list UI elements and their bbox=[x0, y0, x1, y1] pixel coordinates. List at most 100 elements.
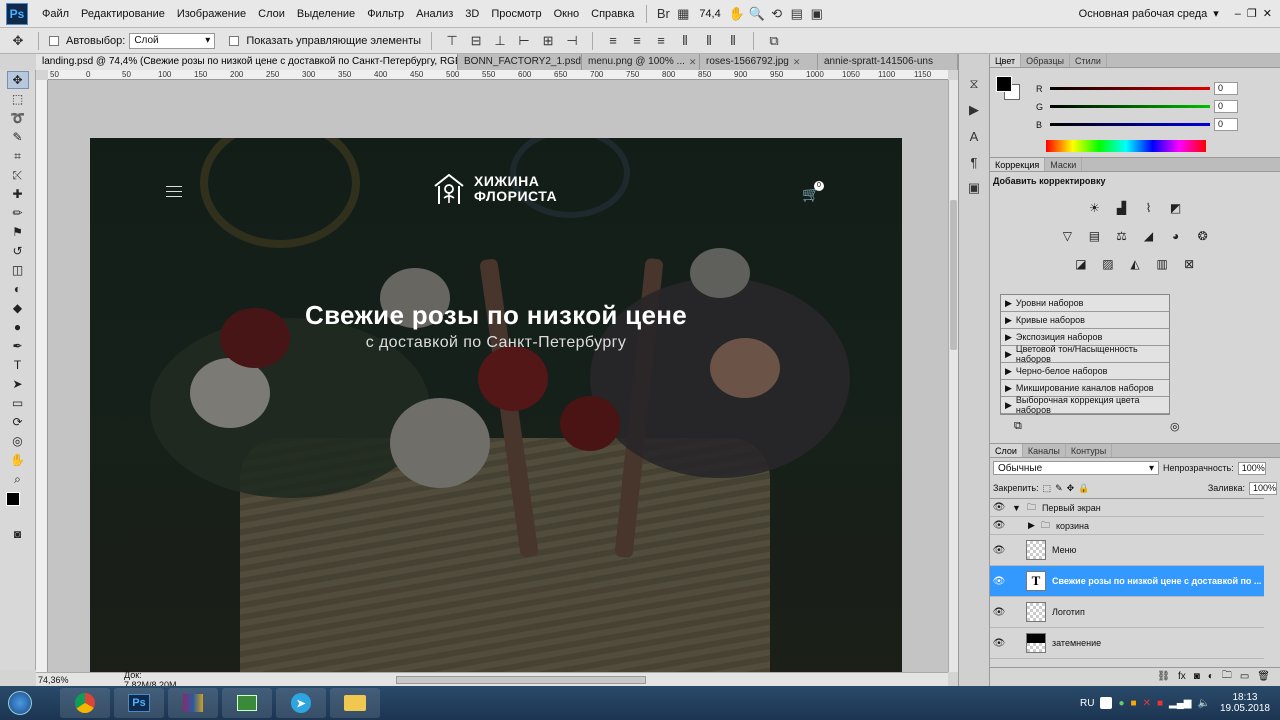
align-middle-icon[interactable]: ⊟ bbox=[466, 32, 486, 50]
lock-transparency-icon[interactable]: ⬚ bbox=[1043, 483, 1052, 494]
gradient-tool-icon[interactable]: ◐ bbox=[7, 280, 29, 298]
exposure-icon[interactable]: ◩ bbox=[1166, 200, 1186, 216]
add-mask-icon[interactable]: ◙ bbox=[1194, 671, 1200, 682]
threshold-icon[interactable]: ◭ bbox=[1125, 256, 1145, 272]
eye-icon[interactable]: 👁 bbox=[990, 545, 1008, 556]
opacity-value[interactable]: 100% bbox=[1237, 461, 1266, 475]
preset-curves[interactable]: ▶ Кривые наборов bbox=[1001, 312, 1169, 329]
eraser-tool-icon[interactable]: ◫ bbox=[7, 261, 29, 279]
telegram-taskbar-button[interactable]: ➤ bbox=[276, 688, 326, 718]
channel-mixer-icon[interactable]: ❂ bbox=[1193, 228, 1213, 244]
eye-icon[interactable]: 👁 bbox=[990, 638, 1008, 649]
menu-select[interactable]: Выделение bbox=[291, 0, 361, 28]
actions-panel-icon[interactable]: ▶ bbox=[963, 100, 985, 120]
tab-styles[interactable]: Стили bbox=[1070, 54, 1107, 67]
arrange-documents-icon[interactable]: ▤ bbox=[787, 5, 807, 23]
paragraph-panel-icon[interactable]: ¶ bbox=[963, 152, 985, 172]
color-swatches[interactable] bbox=[0, 490, 35, 524]
tray-app-icon[interactable]: ✕ bbox=[1143, 698, 1151, 709]
menu-help[interactable]: Справка bbox=[585, 0, 640, 28]
tab-adjustments[interactable]: Коррекция bbox=[990, 158, 1046, 171]
auto-align-icon[interactable]: ⧉ bbox=[764, 32, 784, 50]
preset-selective-color[interactable]: ▶ Выборочная коррекция цвета наборов bbox=[1001, 395, 1169, 415]
menu-analysis[interactable]: Анализ bbox=[410, 0, 459, 28]
tab-annie-spratt[interactable]: annie-spratt-141506-uns bbox=[818, 54, 958, 70]
show-controls-checkbox[interactable] bbox=[229, 35, 240, 46]
history-brush-icon[interactable]: ↺ bbox=[7, 242, 29, 260]
tab-swatches[interactable]: Образцы bbox=[1021, 54, 1070, 67]
lock-pixels-icon[interactable]: ✎ bbox=[1055, 483, 1063, 494]
tab-landing[interactable]: landing.psd @ 74,4% (Свежие розы по низк… bbox=[36, 54, 458, 70]
fill-value[interactable]: 100% bbox=[1249, 481, 1277, 495]
menu-file[interactable]: Файл bbox=[36, 0, 75, 28]
tray-app-icon[interactable] bbox=[1100, 697, 1113, 709]
canvas-area[interactable]: ХИЖИНА ФЛОРИСТА 🛒 0 Свежие розы по низко… bbox=[48, 80, 948, 672]
blue-value[interactable]: 0 bbox=[1214, 118, 1238, 131]
curves-icon[interactable]: ⌇ bbox=[1139, 200, 1159, 216]
hamburger-menu-icon[interactable] bbox=[166, 186, 182, 197]
eye-icon[interactable]: 👁 bbox=[990, 520, 1008, 531]
chrome-taskbar-button[interactable] bbox=[60, 688, 110, 718]
green-value[interactable]: 0 bbox=[1214, 100, 1238, 113]
invert-icon[interactable]: ◪ bbox=[1071, 256, 1091, 272]
tab-menu[interactable]: menu.png @ 100% ... ✕ bbox=[582, 54, 700, 70]
network-icon[interactable]: ▂▄▆ bbox=[1169, 698, 1191, 709]
lock-position-icon[interactable]: ✥ bbox=[1067, 483, 1075, 494]
autoselect-checkbox[interactable] bbox=[49, 35, 59, 46]
distribute-right-icon[interactable]: ⦀ bbox=[723, 32, 743, 50]
navigator-panel-icon[interactable]: ▣ bbox=[963, 178, 985, 198]
color-balance-icon[interactable]: ⚖ bbox=[1111, 228, 1131, 244]
restore-icon[interactable]: ❐ bbox=[1247, 7, 1257, 20]
vibrance-icon[interactable]: ▽ bbox=[1057, 228, 1077, 244]
screen-mode-select-icon[interactable]: ▣ bbox=[807, 5, 827, 23]
crop-tool-icon[interactable]: ⌗ bbox=[7, 147, 29, 165]
distribute-bottom-icon[interactable]: ≡ bbox=[651, 32, 671, 50]
scroll-thumb[interactable] bbox=[950, 200, 957, 350]
menu-edit[interactable]: Редактирование bbox=[75, 0, 171, 28]
slider-g[interactable]: G 0 bbox=[1036, 100, 1238, 113]
brush-tool-icon[interactable]: ✏ bbox=[7, 204, 29, 222]
layer-row[interactable]: 👁 затемнение bbox=[990, 628, 1264, 659]
green-slider-bar[interactable] bbox=[1050, 105, 1210, 108]
tab-color[interactable]: Цвет bbox=[990, 54, 1022, 67]
eye-icon[interactable]: 👁 bbox=[990, 576, 1008, 587]
history-panel-icon[interactable]: ⧖ bbox=[963, 74, 985, 94]
tab-channels[interactable]: Каналы bbox=[1023, 444, 1066, 457]
path-select-icon[interactable]: ➤ bbox=[7, 375, 29, 393]
expand-down-icon[interactable]: ▼ bbox=[1012, 503, 1021, 513]
blend-mode-dropdown[interactable]: Обычные ▾ bbox=[993, 461, 1159, 475]
foreground-color[interactable] bbox=[6, 492, 20, 506]
lock-all-icon[interactable]: 🔒 bbox=[1078, 483, 1089, 494]
language-indicator[interactable]: RU bbox=[1080, 698, 1094, 709]
zoom-readout[interactable]: 74,36% bbox=[36, 675, 76, 685]
photo-filter-icon[interactable]: ◕ bbox=[1166, 228, 1186, 244]
menu-image[interactable]: Изображение bbox=[171, 0, 252, 28]
character-panel-icon[interactable]: A bbox=[963, 126, 985, 146]
delete-layer-icon[interactable]: 🗑 bbox=[1257, 671, 1270, 682]
align-top-icon[interactable]: ⊤ bbox=[442, 32, 462, 50]
posterize-icon[interactable]: ▨ bbox=[1098, 256, 1118, 272]
layer-row[interactable]: 👁 Логотип bbox=[990, 597, 1264, 628]
align-bottom-icon[interactable]: ⊥ bbox=[490, 32, 510, 50]
shape-tool-icon[interactable]: ▭ bbox=[7, 394, 29, 412]
app-taskbar-button[interactable] bbox=[222, 688, 272, 718]
black-white-icon[interactable]: ◢ bbox=[1139, 228, 1159, 244]
new-group-icon[interactable]: 🗀 bbox=[1222, 668, 1232, 685]
layer-style-icon[interactable]: fx bbox=[1178, 671, 1186, 682]
quick-mask-icon[interactable]: ◙ bbox=[7, 525, 29, 543]
align-left-icon[interactable]: ⊢ bbox=[514, 32, 534, 50]
tab-paths[interactable]: Контуры bbox=[1066, 444, 1113, 457]
blue-slider-bar[interactable] bbox=[1050, 123, 1210, 126]
preset-black-white[interactable]: ▶ Черно-белое наборов bbox=[1001, 363, 1169, 380]
minimize-icon[interactable]: – bbox=[1235, 8, 1241, 20]
quick-select-tool-icon[interactable]: ✎ bbox=[7, 128, 29, 146]
slider-r[interactable]: R 0 bbox=[1036, 82, 1238, 95]
close-icon[interactable]: ✕ bbox=[689, 54, 697, 70]
lasso-tool-icon[interactable]: ➰ bbox=[7, 109, 29, 127]
clock[interactable]: 18:13 19.05.2018 bbox=[1220, 692, 1270, 714]
red-value[interactable]: 0 bbox=[1214, 82, 1238, 95]
eye-icon[interactable]: 👁 bbox=[990, 502, 1008, 513]
layer-row[interactable]: 👁 Меню bbox=[990, 535, 1264, 566]
menu-filter[interactable]: Фильтр bbox=[361, 0, 410, 28]
autoselect-dropdown[interactable]: Слой ▾ bbox=[129, 32, 216, 49]
